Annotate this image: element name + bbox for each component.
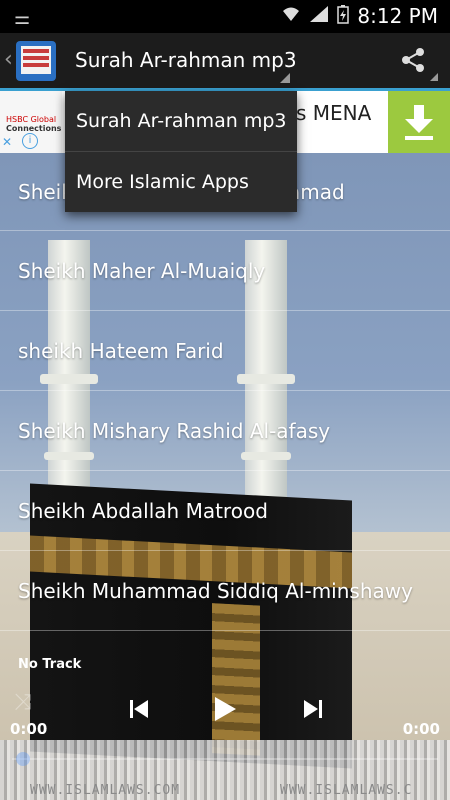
- ad-brand-line2: Connections: [6, 124, 62, 133]
- watermark-right: WWW.ISLAMLAWS.C: [280, 783, 413, 798]
- ad-brand-line1: HSBC Global: [6, 115, 57, 124]
- app-icon[interactable]: [16, 41, 56, 81]
- download-icon[interactable]: [388, 91, 450, 153]
- action-bar: ‹ Surah Ar-rahman mp3: [0, 33, 450, 91]
- battery-icon: [337, 4, 350, 28]
- share-icon[interactable]: [398, 45, 428, 79]
- list-item[interactable]: Sheikh Maher Al-Muaiqly: [0, 231, 450, 311]
- watermark-left: WWW.ISLAMLAWS.COM: [30, 783, 181, 798]
- notification-icon: ⚌: [14, 8, 31, 29]
- list-item[interactable]: Sheikh Muhammad Siddiq Al-minshawy: [0, 551, 450, 631]
- wifi-icon: [281, 5, 301, 27]
- spinner-indicator-icon: [280, 73, 290, 83]
- track-title: No Track: [18, 657, 82, 672]
- list-item[interactable]: Sheikh Abdallah Matrood: [0, 471, 450, 551]
- menu-item-more-apps[interactable]: More Islamic Apps: [65, 151, 297, 212]
- play-icon[interactable]: [207, 692, 241, 726]
- total-time: 0:00: [402, 720, 440, 738]
- reciter-list: Sheikh Abdul Basit Abdul Samad Sheikh Ma…: [0, 153, 450, 631]
- next-icon[interactable]: [296, 692, 330, 726]
- ad-info-icon[interactable]: i: [22, 133, 38, 149]
- seek-bar[interactable]: [12, 758, 438, 760]
- app-title-spinner[interactable]: Surah Ar-rahman mp3: [75, 48, 297, 72]
- seek-thumb[interactable]: [16, 752, 30, 766]
- ad-close-icon[interactable]: ✕: [2, 135, 12, 149]
- up-caret-icon[interactable]: ‹: [4, 47, 13, 72]
- menu-item-surah[interactable]: Surah Ar-rahman mp3: [65, 91, 297, 151]
- list-item[interactable]: sheikh Hateem Farid: [0, 311, 450, 391]
- status-time: 8:12 PM: [357, 4, 438, 28]
- ad-text[interactable]: s MENA: [296, 101, 371, 125]
- dropdown-menu: Surah Ar-rahman mp3 More Islamic Apps: [65, 91, 297, 212]
- signal-icon: [309, 5, 329, 27]
- overflow-indicator-icon: [430, 73, 438, 81]
- list-item[interactable]: Sheikh Mishary Rashid Al-afasy: [0, 391, 450, 471]
- elapsed-time: 0:00: [10, 720, 48, 738]
- ad-logo[interactable]: HSBC Global Connections ✕ i: [0, 91, 62, 153]
- status-bar: ⚌ 8:12 PM: [0, 0, 450, 33]
- shuffle-icon[interactable]: ⤨: [14, 690, 32, 715]
- previous-icon[interactable]: [122, 692, 156, 726]
